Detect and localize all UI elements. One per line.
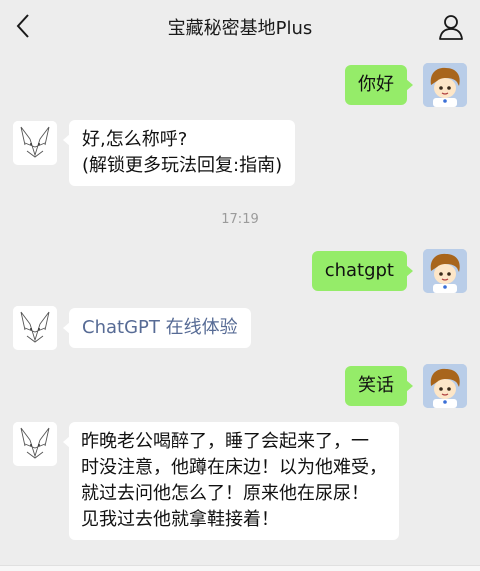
input-bar[interactable] [0,565,480,571]
bot-avatar[interactable] [13,422,57,466]
message-text: 时没注意，他蹲在床边！以为他难受， [81,457,387,478]
fox-sketch-icon [13,121,57,165]
message-text: 笑话 [358,375,394,396]
user-avatar[interactable] [423,63,467,107]
chat-title: 宝藏秘密基地Plus [167,18,313,39]
user-avatar[interactable] [423,364,467,408]
cartoon-avatar-icon [423,249,467,293]
person-icon [439,15,463,40]
message-bubble-incoming[interactable]: 昨晚老公喝醉了，睡了会起来了，一 时没注意，他蹲在床边！以为他难受， 就过去问他… [63,422,399,540]
message-bubble-outgoing[interactable]: chatgpt [311,251,414,291]
message-text: (解锁更多玩法回复:指南) [82,155,283,176]
fox-sketch-icon [13,422,57,466]
message-bubble-incoming[interactable]: 好,怎么称呼? (解锁更多玩法回复:指南) [62,120,296,186]
message-bubble-outgoing[interactable]: 笑话 [345,366,413,406]
message-text: 昨晚老公喝醉了，睡了会起来了，一 [81,431,369,452]
cartoon-avatar-icon [423,63,467,107]
chat-info-button[interactable] [434,10,468,44]
message-bubble-incoming[interactable]: ChatGPT 在线体验 [63,308,251,348]
top-bar: 宝藏秘密基地Plus [0,0,480,52]
message-text: 见我过去他就拿鞋接着！ [81,509,279,530]
message-bubble-outgoing[interactable]: 你好 [345,65,413,105]
cartoon-avatar-icon [423,364,467,408]
message-text: 好,怎么称呼? [82,129,188,150]
user-avatar[interactable] [423,249,467,293]
message-text: 就过去问他怎么了！原来他在尿尿！ [81,483,369,504]
message-text: chatgpt [324,260,394,281]
message-text: 你好 [358,74,394,95]
bot-avatar[interactable] [13,306,57,350]
chatgpt-link[interactable]: ChatGPT 在线体验 [82,317,238,338]
fox-sketch-icon [13,306,57,350]
message-timestamp: 17:19 [221,212,259,227]
message-list[interactable]: 你好 好,怎么称呼? (解锁更多玩法回复:指南) 17:19 chatgpt C… [0,52,480,571]
bot-avatar[interactable] [13,121,57,165]
